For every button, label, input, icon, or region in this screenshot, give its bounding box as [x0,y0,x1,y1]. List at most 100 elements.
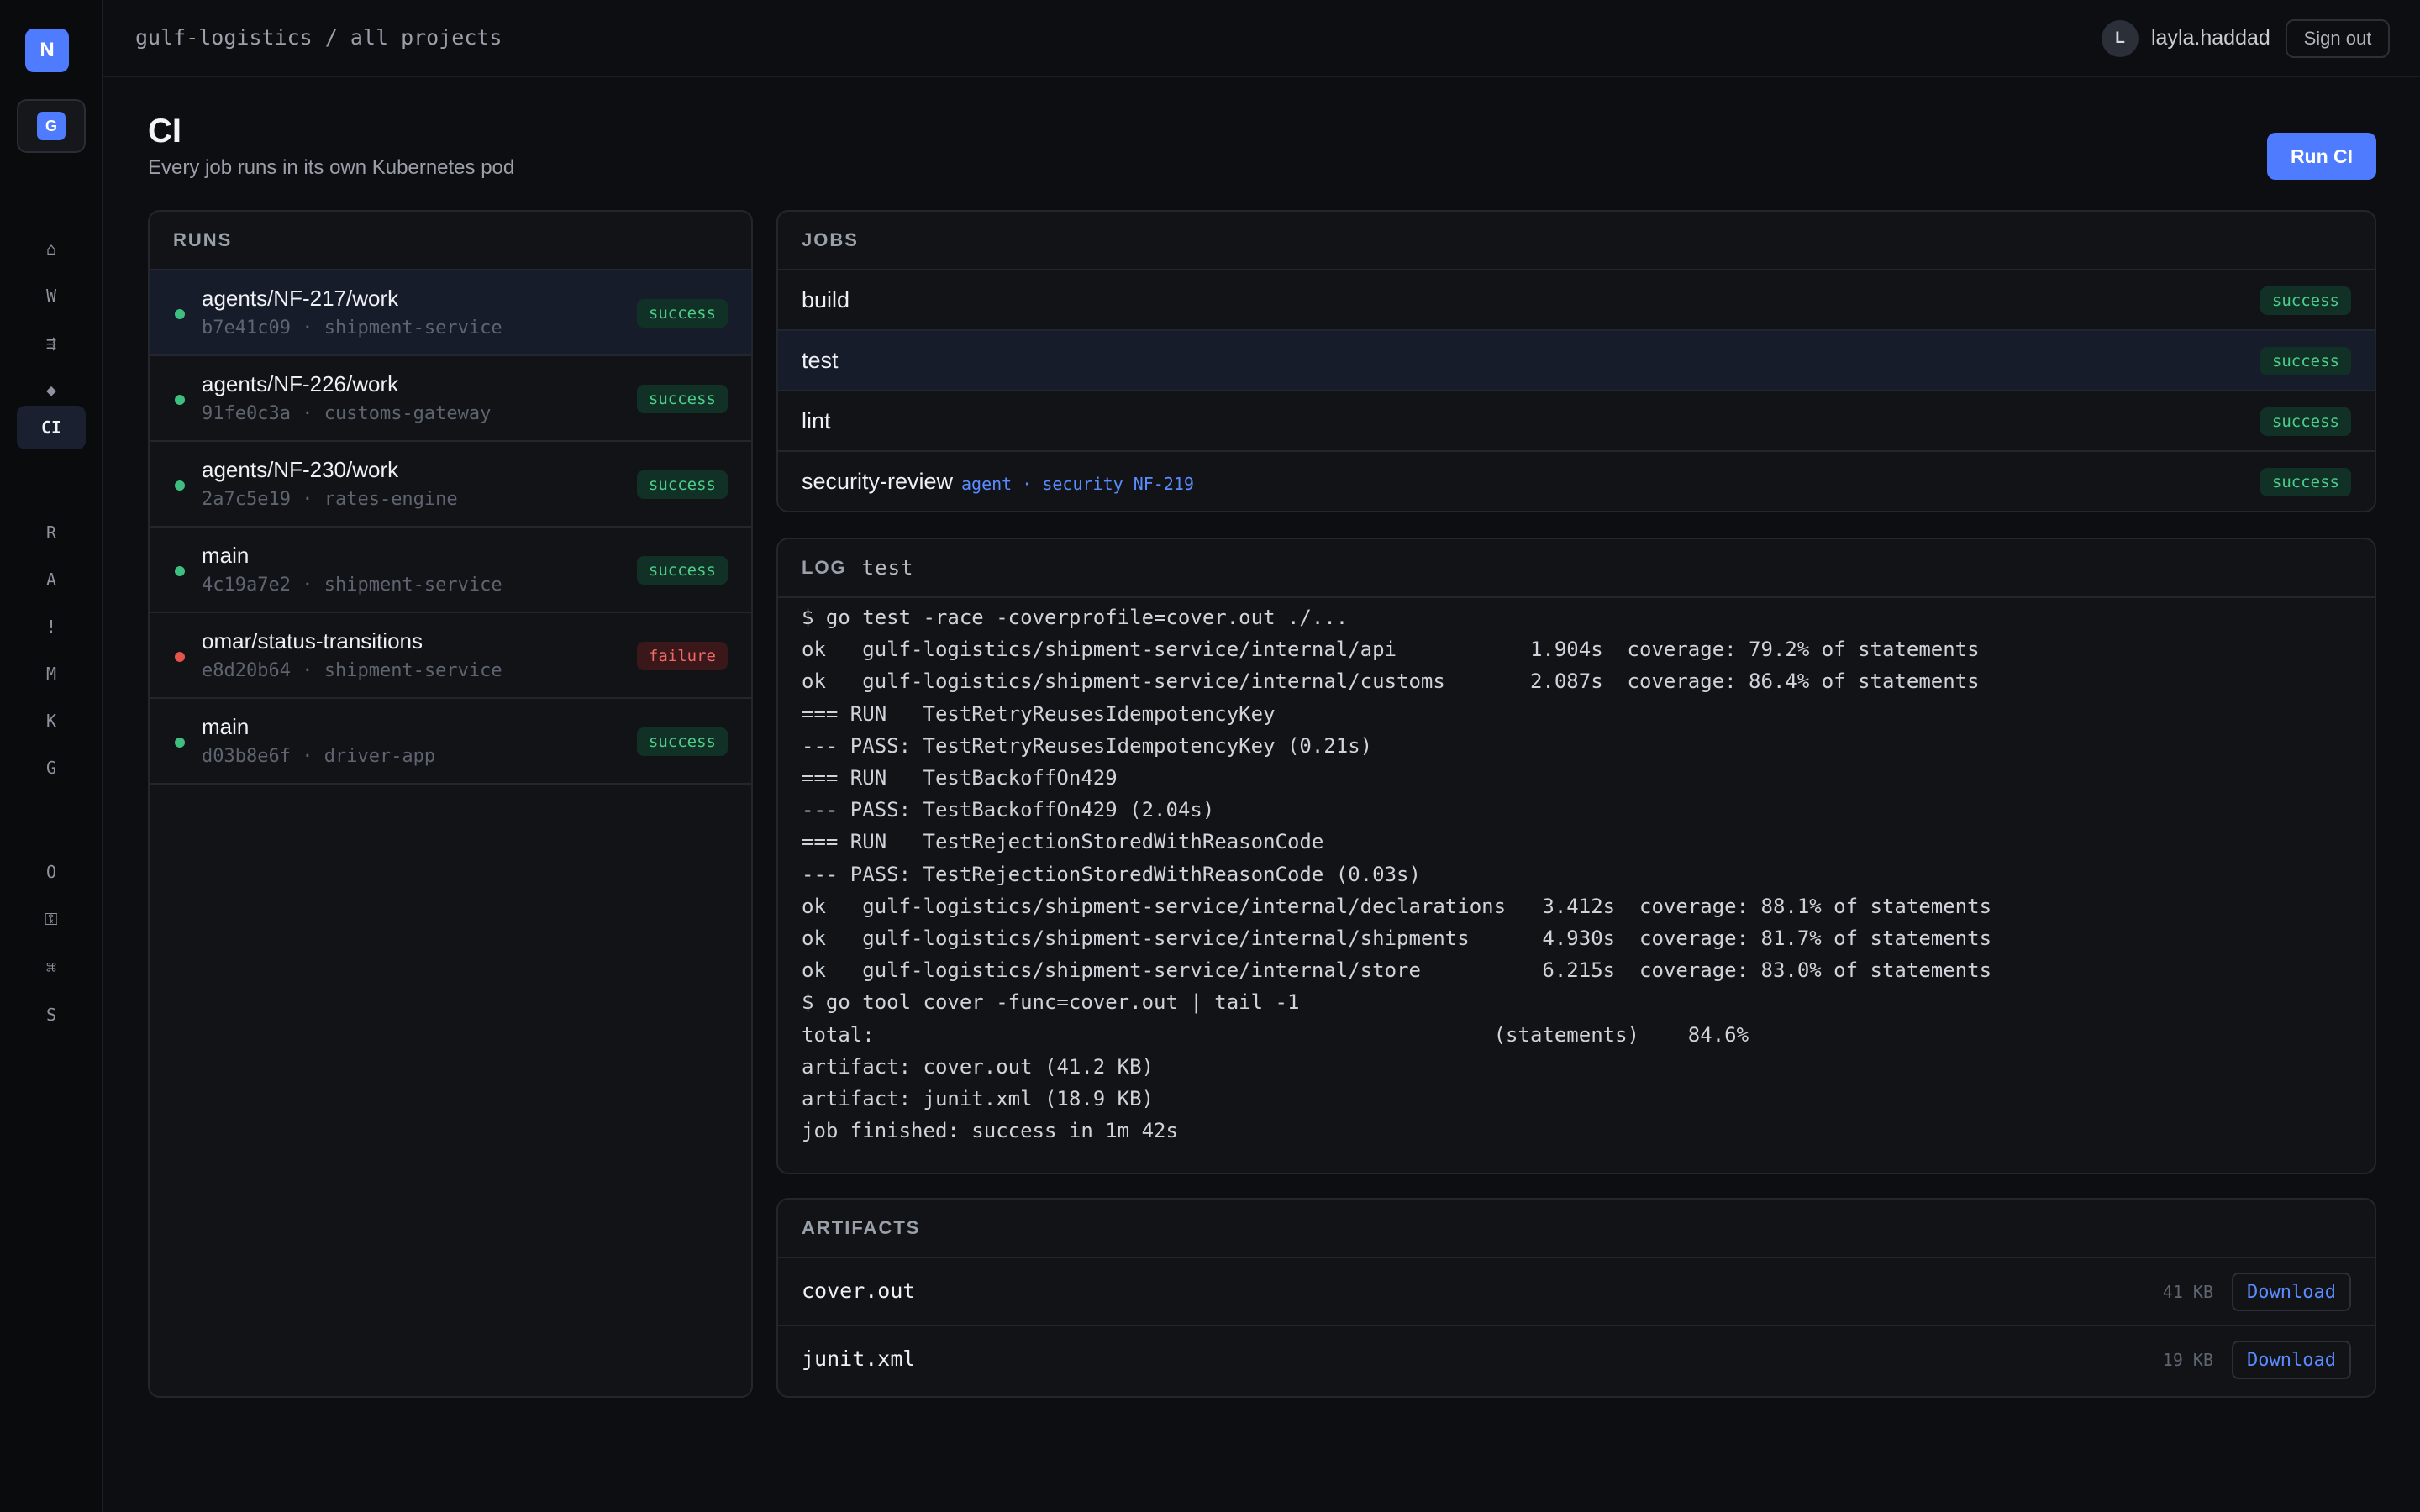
meta-separator: · [290,575,324,596]
run-meta: b7e41c09 · shipment-service [202,318,502,339]
run-meta: 91fe0c3a · customs-gateway [202,403,491,424]
run-row[interactable]: main 4c19a7e2 · shipment-service success [150,528,751,613]
log-line: ok gulf-logistics/shipment-service/inter… [802,958,1992,983]
run-branch: agents/NF-230/work [202,457,399,482]
run-service: rates-engine [324,489,458,510]
meta-separator: · [290,660,324,681]
run-branch: omar/status-transitions [202,628,423,654]
rail-item-m[interactable]: M [17,652,86,696]
run-service: driver-app [324,746,436,767]
status-badge: success [2260,347,2351,375]
status-badge: success [636,727,728,756]
artifact-size: 19 KB [2162,1350,2213,1370]
rail-item-a[interactable]: A [17,558,86,601]
run-service: shipment-service [324,660,502,681]
meta-separator: · [290,489,324,510]
log-line: $ go test -race -coverprofile=cover.out … [802,606,1349,629]
meta-separator: · [290,403,324,424]
log-line: artifact: cover.out (41.2 KB) [802,1054,1155,1079]
jobs-panel: JOBS build success test success lint success s… [776,210,2376,512]
log-line: $ go tool cover -func=cover.out | tail -… [802,990,1300,1015]
page-title: CI [148,113,182,150]
status-badge: success [636,299,728,328]
download-button[interactable]: Download [2232,1273,2351,1311]
log-line: ok gulf-logistics/shipment-service/inter… [802,927,1992,951]
rail-item-home[interactable]: ⌂ [17,227,86,270]
job-tags: agent · security NF-219 [961,474,1194,494]
log-line: --- PASS: TestRetryReusesIdempotencyKey … [802,733,1373,758]
run-sha: b7e41c09 [202,318,291,339]
rail-item-o[interactable]: O [17,850,86,894]
rail-item-keys[interactable]: ⚿ [17,897,86,941]
run-sha: e8d20b64 [202,660,291,681]
status-badge: success [636,556,728,585]
log-line: ok gulf-logistics/shipment-service/inter… [802,669,1980,694]
status-dot [175,480,185,491]
rail-item-work[interactable]: W [17,274,86,318]
rail-item-g[interactable]: G [17,746,86,790]
status-badge: failure [636,642,728,670]
job-row-lint[interactable]: lint success [778,391,2375,452]
job-name: security-review [802,469,954,494]
rail-item-r[interactable]: R [17,511,86,554]
log-line: === RUN TestRetryReusesIdempotencyKey [802,701,1276,726]
rail-item-alerts[interactable]: ! [17,605,86,648]
job-row-build[interactable]: build success [778,270,2375,331]
artifact-row: junit.xml 19 KB Download [778,1326,2375,1394]
job-row-test[interactable]: test success [778,331,2375,391]
user-name[interactable]: layla.haddad [2151,26,2270,50]
status-dot [175,652,185,662]
rail-item-k[interactable]: K [17,699,86,743]
log-line: === RUN TestRejectionStoredWithReasonCod… [802,830,1324,854]
log-line: job finished: success in 1m 42s [802,1119,1178,1143]
run-row[interactable]: agents/NF-230/work 2a7c5e19 · rates-engin… [150,442,751,528]
artifact-size: 41 KB [2162,1282,2213,1302]
run-branch: agents/NF-226/work [202,371,399,396]
run-ci-button[interactable]: Run CI [2267,133,2376,180]
log-heading: LOG test [778,539,2375,598]
log-line: --- PASS: TestBackoffOn429 (2.04s) [802,798,1215,822]
run-branch: main [202,543,250,568]
run-meta: 2a7c5e19 · rates-engine [202,489,458,510]
runs-panel: RUNS agents/NF-217/work b7e41c09 · shipme… [148,210,753,1398]
sign-out-button[interactable]: Sign out [2286,19,2390,58]
jobs-heading: JOBS [778,212,2375,270]
log-line: === RUN TestBackoffOn429 [802,766,1118,790]
status-badge: success [2260,468,2351,496]
nav-rail: N G ⌂ W ⇶ ◆ CI R A! M K G O ⚿ ⌘ S [0,0,103,1512]
rail-item-settings[interactable]: S [17,993,86,1037]
run-row[interactable]: agents/NF-226/work 91fe0c3a · customs-gat… [150,356,751,442]
log-output[interactable]: $ go test -race -coverprofile=cover.out … [778,598,2375,1150]
status-badge: success [636,470,728,499]
job-name: lint [802,408,831,433]
breadcrumb[interactable]: gulf-logistics / all projects [135,25,502,50]
run-row[interactable]: agents/NF-217/work b7e41c09 · shipment-se… [150,270,751,356]
run-row[interactable]: main d03b8e6f · driver-app success [150,699,751,785]
meta-separator: · [290,746,324,767]
org-switcher[interactable]: G [17,99,86,153]
user-avatar[interactable]: L [2102,20,2139,57]
artifact-name: cover.out [802,1278,916,1303]
log-title: LOG [802,557,847,578]
top-bar: gulf-logistics / all projects L layla.ha… [103,0,2420,77]
status-dot [175,395,185,405]
run-sha: 4c19a7e2 [202,575,291,596]
log-job-name: test [861,556,914,580]
job-row-security-review[interactable]: security-review agent · security NF-219 su… [778,452,2375,511]
artifacts-heading: ARTIFACTS [778,1200,2375,1258]
run-sha: 2a7c5e19 [202,489,291,510]
rail-item-commands[interactable]: ⌘ [17,946,86,990]
run-branch: agents/NF-217/work [202,286,399,311]
rail-item-pipelines[interactable]: ⇶ [17,321,86,365]
status-dot [175,309,185,319]
page-subtitle: Every job runs in its own Kubernetes pod [148,156,515,179]
run-row[interactable]: omar/status-transitions e8d20b64 · shipme… [150,613,751,699]
log-line: total: (statements) 84.6% [802,1022,1749,1047]
log-line: ok gulf-logistics/shipment-service/inter… [802,894,1992,918]
rail-item-ci[interactable]: CI [17,406,86,449]
run-meta: 4c19a7e2 · shipment-service [202,575,502,596]
app-logo[interactable]: N [25,29,69,72]
download-button[interactable]: Download [2232,1341,2351,1379]
run-service: shipment-service [324,318,502,339]
job-name: test [802,348,839,373]
